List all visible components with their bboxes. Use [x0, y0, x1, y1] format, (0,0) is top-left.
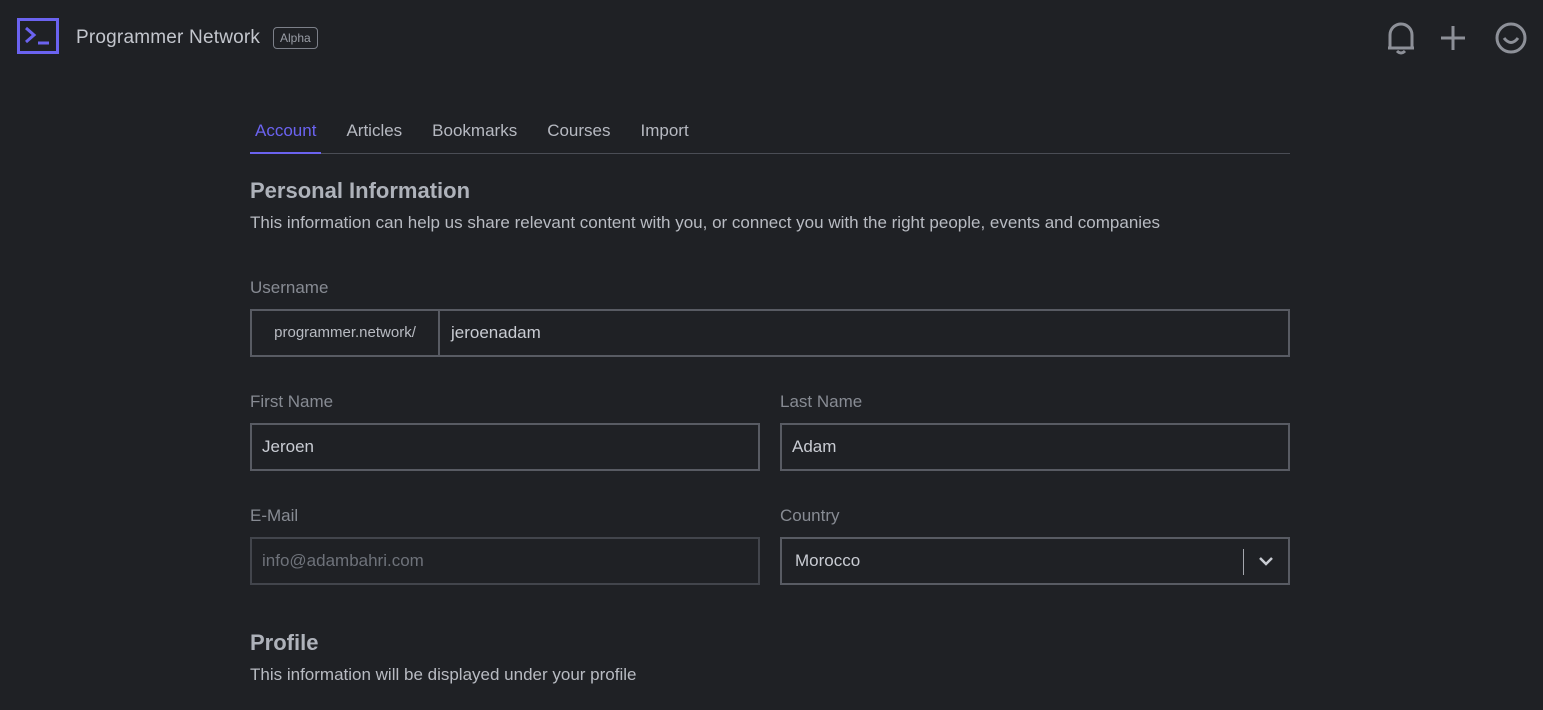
last-name-input[interactable]: Adam — [780, 423, 1290, 471]
chevron-down-icon[interactable] — [1256, 551, 1276, 571]
email-label: E-Mail — [250, 506, 299, 525]
settings-tabs: Account Articles Bookmarks Courses Impor… — [250, 110, 1290, 154]
section-description: This information can help us share relev… — [250, 213, 1161, 232]
username-label: Username — [250, 278, 329, 297]
alpha-badge: Alpha — [273, 27, 318, 49]
last-name-label: Last Name — [780, 392, 863, 411]
personal-info-section: Personal Information This information ca… — [250, 178, 1160, 233]
tab-import[interactable]: Import — [636, 110, 694, 154]
username-prefix: programmer.network/ — [252, 311, 440, 355]
plus-icon[interactable] — [1436, 20, 1470, 56]
country-select[interactable]: Morocco — [780, 537, 1290, 585]
section-title: Personal Information — [250, 178, 471, 203]
select-divider — [1243, 549, 1244, 575]
top-bar: Programmer Network Alpha — [0, 0, 1543, 76]
country-label: Country — [780, 506, 840, 525]
username-input[interactable]: jeroenadam — [440, 311, 1288, 355]
tab-account[interactable]: Account — [250, 110, 322, 154]
email-input[interactable]: info@adambahri.com — [250, 537, 760, 585]
terminal-logo-icon[interactable] — [17, 18, 59, 54]
brand-name[interactable]: Programmer Network — [76, 27, 260, 49]
tab-courses[interactable]: Courses — [542, 110, 615, 154]
section-description: This information will be displayed under… — [250, 665, 637, 684]
smiley-avatar-icon[interactable] — [1494, 20, 1528, 56]
profile-section: Profile This information will be display… — [250, 630, 636, 685]
section-title: Profile — [250, 630, 319, 655]
first-name-input[interactable]: Jeroen — [250, 423, 760, 471]
bell-icon[interactable] — [1384, 20, 1418, 56]
username-field: programmer.network/ jeroenadam — [250, 309, 1290, 357]
tab-articles[interactable]: Articles — [341, 110, 407, 154]
tab-bookmarks[interactable]: Bookmarks — [427, 110, 522, 154]
country-value: Morocco — [795, 551, 861, 570]
settings-content: Account Articles Bookmarks Courses Impor… — [250, 110, 1290, 684]
first-name-label: First Name — [250, 392, 334, 411]
